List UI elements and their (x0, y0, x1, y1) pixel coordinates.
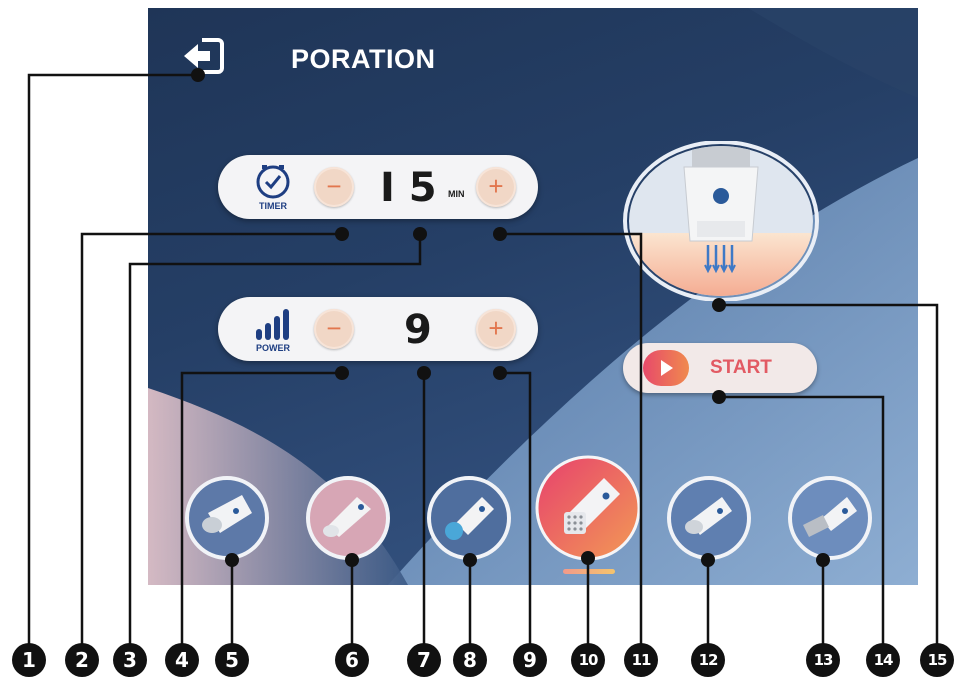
callout-2: 2 (65, 643, 99, 677)
callout-lines (27, 68, 939, 655)
callout-12: 12 (691, 643, 725, 677)
callout-7: 7 (407, 643, 441, 677)
callout-8: 8 (453, 643, 487, 677)
callout-14: 14 (866, 643, 900, 677)
callout-13: 13 (806, 643, 840, 677)
callout-9: 9 (513, 643, 547, 677)
callout-15: 15 (920, 643, 954, 677)
callout-11: 11 (624, 643, 658, 677)
callout-4: 4 (165, 643, 199, 677)
callout-1: 1 (12, 643, 46, 677)
callout-6: 6 (335, 643, 369, 677)
callout-3: 3 (113, 643, 147, 677)
callout-5: 5 (215, 643, 249, 677)
callout-10: 10 (571, 643, 605, 677)
